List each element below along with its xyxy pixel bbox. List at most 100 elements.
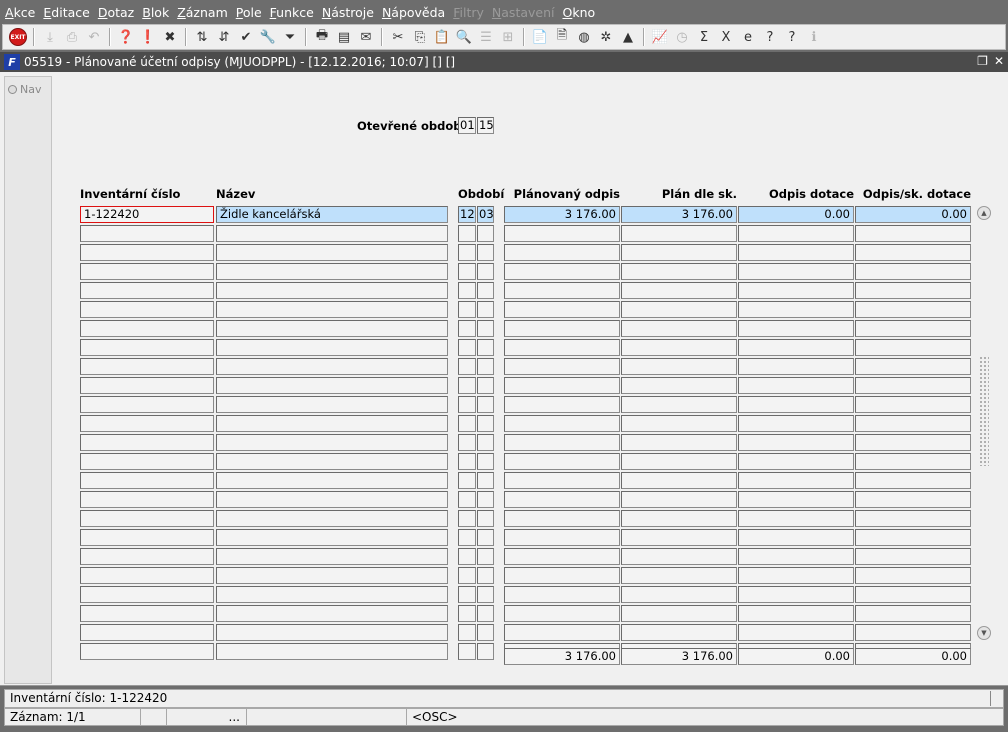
subsidy-tax-field[interactable] <box>855 415 971 432</box>
period-month-field[interactable] <box>458 529 476 546</box>
planned-field[interactable] <box>504 301 620 318</box>
period-month-field[interactable] <box>458 244 476 261</box>
period-year-field[interactable] <box>477 510 494 527</box>
plan-tax-field[interactable] <box>621 567 737 584</box>
report-icon[interactable]: ▤ <box>333 26 355 48</box>
subsidy-tax-field[interactable] <box>855 396 971 413</box>
plan-tax-field[interactable] <box>621 434 737 451</box>
restore-icon[interactable]: ❐ <box>977 54 988 68</box>
subsidy-tax-field[interactable] <box>855 225 971 242</box>
planned-field[interactable] <box>504 586 620 603</box>
close-icon[interactable]: ✕ <box>994 54 1004 68</box>
period-month-field[interactable] <box>458 396 476 413</box>
plan-tax-field[interactable]: 3 176.00 <box>621 206 737 223</box>
period-year-field[interactable] <box>477 282 494 299</box>
subsidy-field[interactable] <box>738 396 854 413</box>
plan-tax-field[interactable] <box>621 605 737 622</box>
period-year-field[interactable] <box>477 263 494 280</box>
inv-number-field[interactable] <box>80 643 214 660</box>
period-month-field[interactable] <box>458 339 476 356</box>
subsidy-field[interactable] <box>738 415 854 432</box>
web-icon[interactable]: e <box>737 26 759 48</box>
planned-field[interactable] <box>504 396 620 413</box>
subsidy-tax-field[interactable] <box>855 339 971 356</box>
name-field[interactable] <box>216 396 448 413</box>
planned-field[interactable] <box>504 472 620 489</box>
plan-tax-field[interactable] <box>621 358 737 375</box>
name-field[interactable] <box>216 529 448 546</box>
period-month-field[interactable] <box>458 472 476 489</box>
filter-icon[interactable]: ⏷ <box>279 26 301 48</box>
subsidy-field[interactable] <box>738 263 854 280</box>
period-year-field[interactable] <box>477 301 494 318</box>
period-month-field[interactable] <box>458 491 476 508</box>
subsidy-tax-field[interactable] <box>855 510 971 527</box>
period-year-field[interactable] <box>477 605 494 622</box>
subsidy-tax-field[interactable] <box>855 320 971 337</box>
name-field[interactable] <box>216 263 448 280</box>
subsidy-tax-field[interactable] <box>855 301 971 318</box>
plan-tax-field[interactable] <box>621 548 737 565</box>
subsidy-tax-field[interactable] <box>855 358 971 375</box>
menu-akce[interactable]: Akce <box>2 5 38 20</box>
paste-icon[interactable]: 📋 <box>431 26 453 48</box>
name-field[interactable] <box>216 472 448 489</box>
inv-number-field[interactable] <box>80 529 214 546</box>
chart-icon[interactable]: 📈 <box>649 26 671 48</box>
find-icon[interactable]: 🔍 <box>453 26 475 48</box>
subsidy-tax-field[interactable] <box>855 624 971 641</box>
period-month-field[interactable] <box>458 377 476 394</box>
period-month-field[interactable] <box>458 510 476 527</box>
name-field[interactable] <box>216 415 448 432</box>
subsidy-tax-field[interactable] <box>855 453 971 470</box>
planned-field[interactable] <box>504 624 620 641</box>
subsidy-tax-field[interactable] <box>855 491 971 508</box>
enter-query-icon[interactable]: ❓ <box>115 26 137 48</box>
name-field[interactable] <box>216 244 448 261</box>
subsidy-field[interactable] <box>738 472 854 489</box>
planned-field[interactable]: 3 176.00 <box>504 206 620 223</box>
subsidy-tax-field[interactable] <box>855 244 971 261</box>
exit-button[interactable]: EXIT <box>7 26 29 48</box>
wrench-icon[interactable]: 🔧 <box>257 26 279 48</box>
check-icon[interactable]: ✔ <box>235 26 257 48</box>
subsidy-tax-field[interactable] <box>855 548 971 565</box>
subsidy-field[interactable] <box>738 282 854 299</box>
subsidy-field[interactable] <box>738 320 854 337</box>
inv-number-field[interactable] <box>80 510 214 527</box>
sort-asc-icon[interactable]: ⇅ <box>191 26 213 48</box>
name-field[interactable] <box>216 586 448 603</box>
planned-field[interactable] <box>504 415 620 432</box>
name-field[interactable] <box>216 320 448 337</box>
plan-tax-field[interactable] <box>621 339 737 356</box>
inv-number-field[interactable] <box>80 453 214 470</box>
planned-field[interactable] <box>504 244 620 261</box>
subsidy-tax-field[interactable] <box>855 586 971 603</box>
menu-funkce[interactable]: Funkce <box>267 5 317 20</box>
period-month-field[interactable]: 12 <box>458 206 476 223</box>
period-year-field[interactable]: 03 <box>477 206 494 223</box>
plan-tax-field[interactable] <box>621 586 737 603</box>
period-month-field[interactable] <box>458 605 476 622</box>
inv-number-field[interactable] <box>80 396 214 413</box>
document-icon[interactable]: 🗎 <box>551 26 573 48</box>
planned-field[interactable] <box>504 377 620 394</box>
menu-záznam[interactable]: Záznam <box>174 5 231 20</box>
inv-number-field[interactable] <box>80 548 214 565</box>
menu-dotaz[interactable]: Dotaz <box>95 5 137 20</box>
plan-tax-field[interactable] <box>621 510 737 527</box>
planned-field[interactable] <box>504 510 620 527</box>
subsidy-field[interactable] <box>738 491 854 508</box>
inv-number-field[interactable] <box>80 491 214 508</box>
menu-nástroje[interactable]: Nástroje <box>319 5 377 20</box>
period-month-field[interactable] <box>458 415 476 432</box>
planned-field[interactable] <box>504 339 620 356</box>
period-year-field[interactable] <box>477 396 494 413</box>
plan-tax-field[interactable] <box>621 624 737 641</box>
nav-option[interactable]: Nav <box>8 83 41 96</box>
print-icon[interactable]: 🖶 <box>311 26 333 48</box>
list-icon[interactable]: ☰ <box>475 26 497 48</box>
period-month-field[interactable] <box>458 282 476 299</box>
inv-number-field[interactable] <box>80 225 214 242</box>
inv-number-field[interactable] <box>80 605 214 622</box>
